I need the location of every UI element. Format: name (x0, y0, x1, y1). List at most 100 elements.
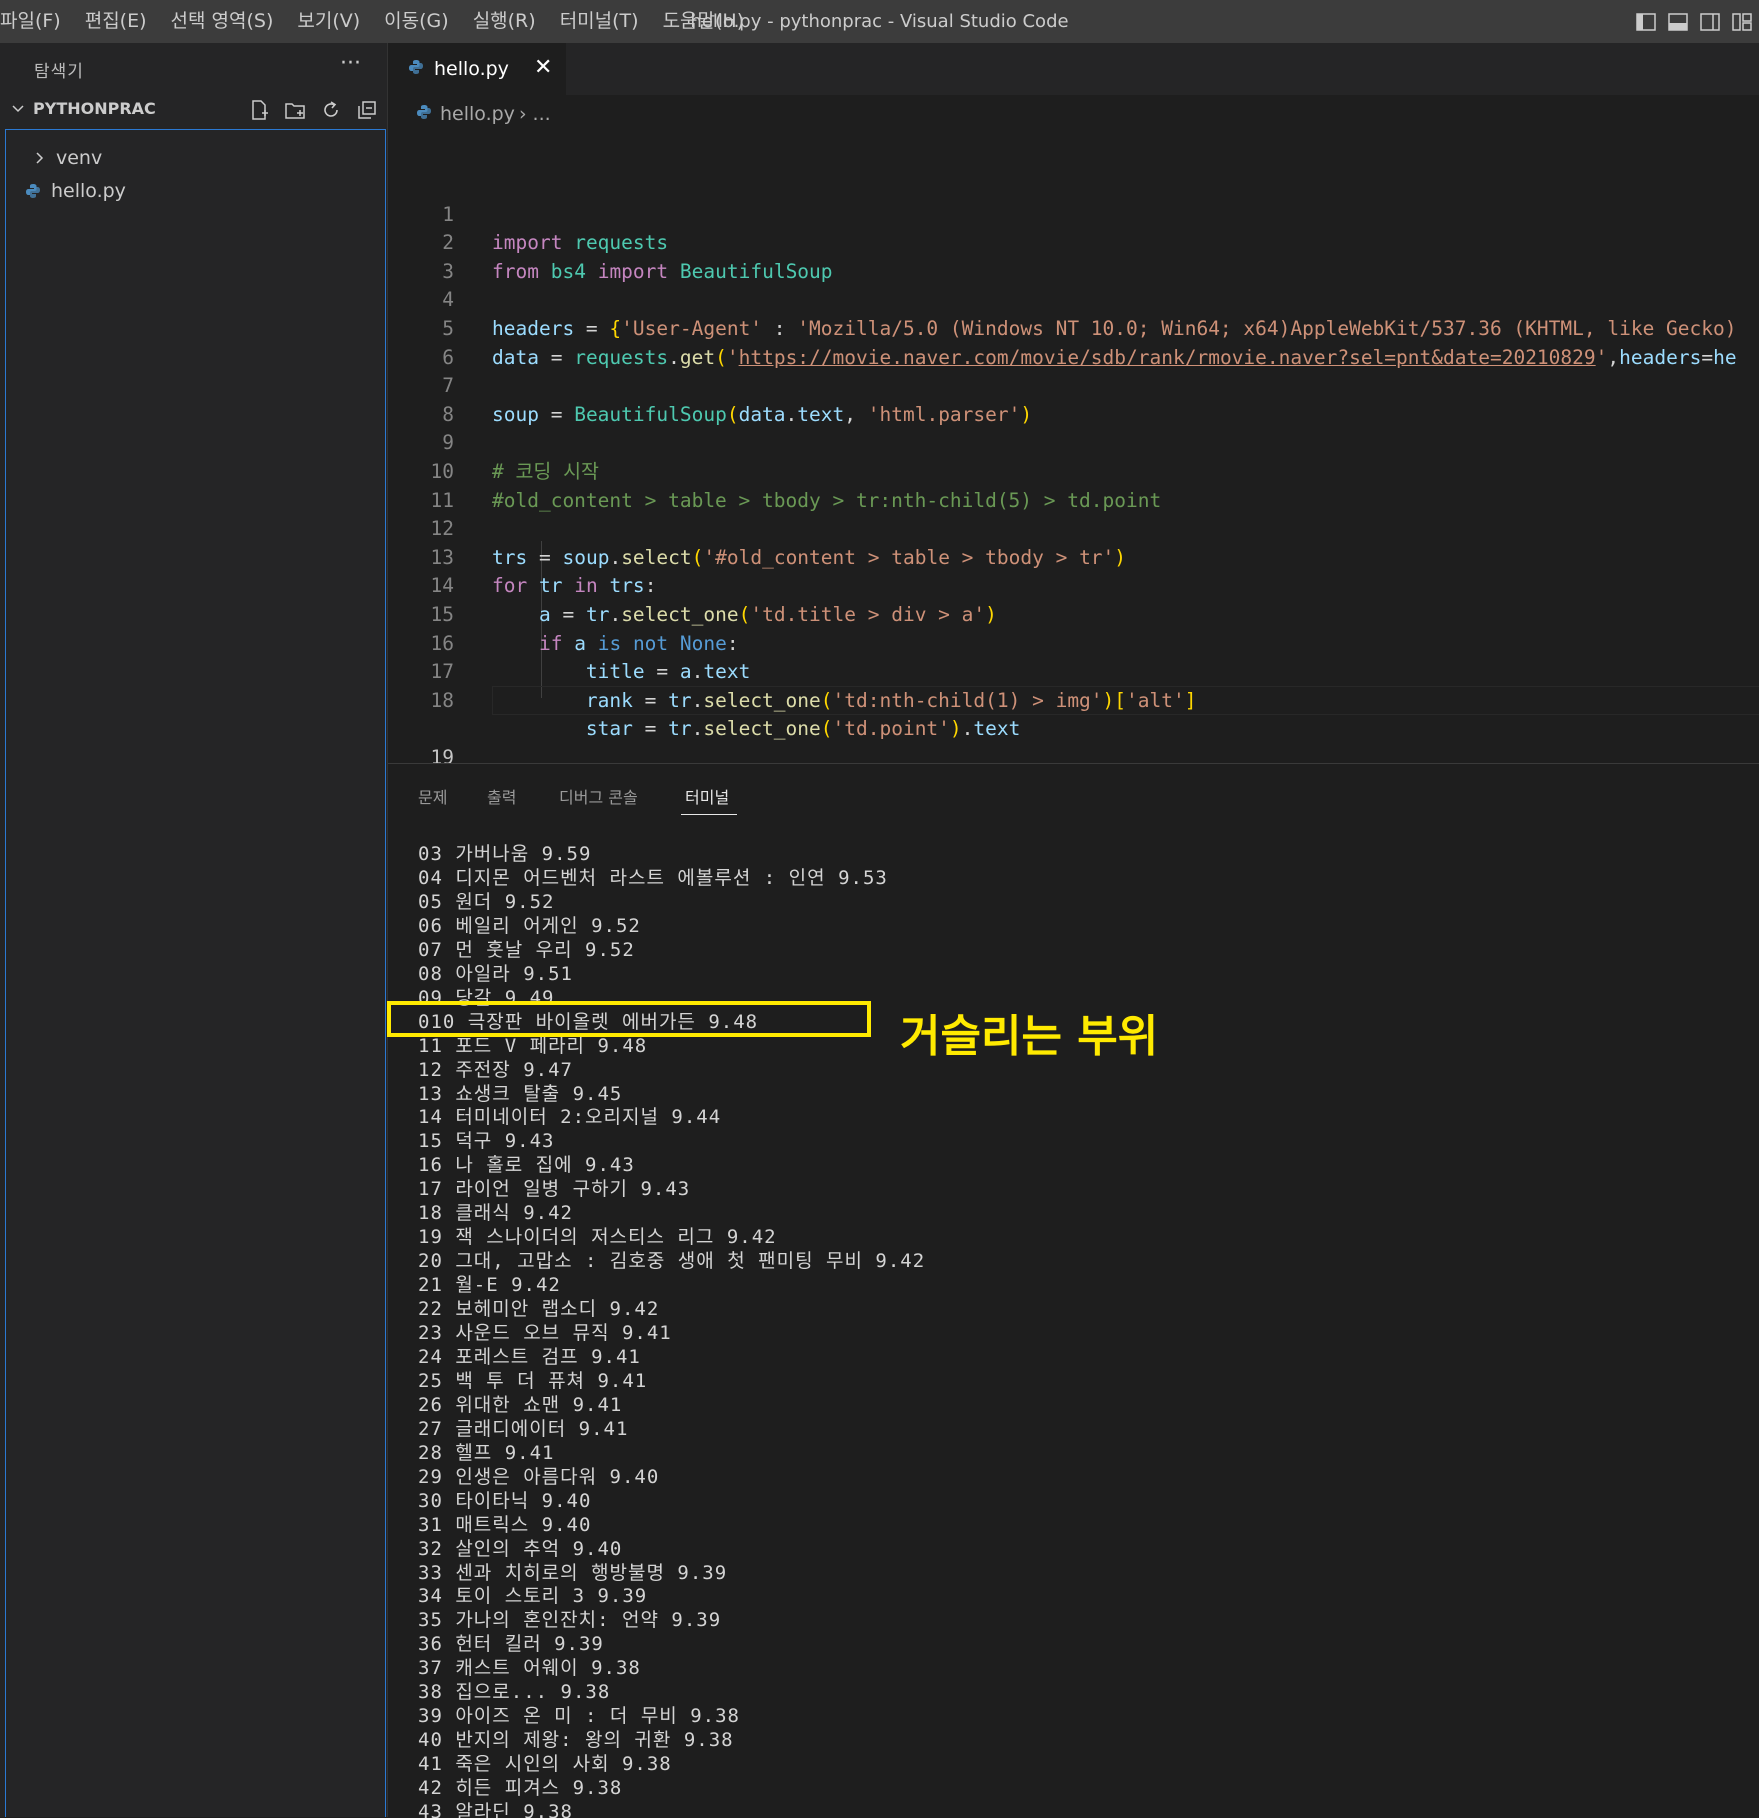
terminal-line: 13 쇼생크 탈출 9.45 (418, 1082, 623, 1105)
refresh-icon[interactable] (318, 97, 344, 123)
tab-output[interactable]: 출력 (487, 784, 516, 808)
terminal-line: 40 반지의 제왕: 왕의 귀환 9.38 (418, 1729, 734, 1752)
code-line: 4 headers = {'User-Agent' : 'Mozilla/5.0… (388, 258, 1759, 340)
terminal-line: 14 터미네이터 2:오리지널 9.44 (418, 1106, 722, 1129)
terminal-line: 39 아이즈 온 미 : 더 무비 9.38 (418, 1705, 740, 1728)
terminal-line: 17 라이언 일병 구하기 9.43 (418, 1178, 691, 1201)
bottom-panel: 문제 출력 디버그 콘솔 터미널 03 가버나움 9.59 04 디지몬 어드벤처… (388, 763, 1759, 1818)
tab-debug-console[interactable]: 디버그 콘솔 (559, 784, 638, 808)
terminal-line: 37 캐스트 어웨이 9.38 (418, 1657, 641, 1680)
more-actions-icon[interactable]: ··· (340, 51, 361, 76)
title-bar: 파일(F) 편집(E) 선택 영역(S) 보기(V) 이동(G) 실행(R) 터… (0, 0, 1759, 43)
terminal-line: 33 센과 치히로의 행방불명 9.39 (418, 1561, 728, 1584)
code-line: 5 data = requests.get('https://movie.nav… (388, 286, 1759, 369)
terminal-line: 28 헬프 9.41 (418, 1441, 555, 1464)
menu-run[interactable]: 실행(R) (461, 0, 548, 43)
code-line: 15 if a is not None: (388, 572, 1759, 655)
highlight-box (387, 1001, 871, 1037)
terminal-line: 15 덕구 9.43 (418, 1130, 555, 1153)
terminal-line: 25 백 투 더 퓨쳐 9.41 (418, 1369, 648, 1392)
code-line: 11 (388, 458, 1759, 512)
terminal-line: 29 인생은 아름다워 9.40 (418, 1465, 660, 1488)
terminal-line: 11 포드 V 페라리 9.48 (418, 1034, 648, 1057)
terminal-line: 27 글래디에이터 9.41 (418, 1417, 629, 1440)
code-line: 8 (388, 372, 1759, 426)
collapse-all-icon[interactable] (354, 97, 380, 123)
terminal-line: 41 죽은 시인의 사회 9.38 (418, 1753, 672, 1776)
python-file-icon (25, 183, 41, 199)
code-line: 9 # 코딩 시작 (388, 401, 1759, 483)
terminal-output[interactable]: 03 가버나움 9.59 04 디지몬 어드벤처 라스트 에볼루션 : 인연 9.… (388, 842, 1759, 1818)
code-line: 7 soup = BeautifulSoup(data.text, 'html.… (388, 344, 1759, 426)
code-line: 13 for tr in trs: (388, 515, 1759, 598)
terminal-line: 38 집으로... 9.38 (418, 1681, 611, 1704)
toggle-primary-sidebar-icon[interactable] (1635, 12, 1657, 32)
code-line: 19 print(rank, title, star) (388, 685, 1759, 798)
terminal-line: 31 매트릭스 9.40 (418, 1513, 592, 1536)
explorer-header: 탐색기 ··· (0, 43, 387, 93)
tab-problems[interactable]: 문제 (418, 784, 447, 808)
menu-help[interactable]: 도움말(H) (651, 0, 757, 43)
panel-tabs: 문제 출력 디버그 콘솔 터미널 (388, 764, 1759, 815)
breadcrumb-more[interactable]: ... (533, 103, 551, 125)
explorer-title: 탐색기 (34, 62, 84, 82)
tab-label: hello.py (434, 58, 509, 80)
new-file-icon[interactable] (246, 97, 272, 123)
layout-controls (1635, 0, 1759, 43)
toggle-panel-icon[interactable] (1667, 12, 1689, 32)
terminal-line: 19 잭 스나이더의 저스티스 리그 9.42 (418, 1226, 777, 1249)
terminal-line: 24 포레스트 검프 9.41 (418, 1345, 641, 1368)
terminal-line: 22 보헤미안 랩소디 9.42 (418, 1298, 660, 1321)
explorer-sidebar: 탐색기 ··· PYTHONPRAC venv hello.py (0, 43, 388, 1817)
menu-terminal[interactable]: 터미널(T) (548, 0, 651, 43)
panel-scrollbar[interactable] (1754, 764, 1759, 1818)
tree-item-venv[interactable]: venv (6, 142, 385, 174)
python-file-icon (408, 59, 424, 79)
menu-selection[interactable]: 선택 영역(S) (159, 0, 286, 43)
editor-area: hello.py ✕ hello.py › ... 1 import reque… (388, 43, 1759, 798)
code-line: 1 import requests (388, 172, 1759, 255)
current-line-highlight (492, 685, 1759, 715)
terminal-line: 03 가버나움 9.59 (418, 843, 592, 865)
code-line: 14 a = tr.select_one('td.title > div > a… (388, 544, 1759, 626)
breadcrumb-separator: › (518, 103, 527, 125)
terminal-line: 12 주전장 9.47 (418, 1058, 573, 1081)
code-line: 12 trs = soup.select('#old_content > tab… (388, 487, 1759, 569)
workspace-title: PYTHONPRAC (33, 99, 156, 118)
tree-item-hello-py[interactable]: hello.py (6, 175, 385, 207)
workspace-section-header[interactable]: PYTHONPRAC (0, 95, 387, 125)
menu-bar: 파일(F) 편집(E) 선택 영역(S) 보기(V) 이동(G) 실행(R) 터… (0, 0, 756, 43)
terminal-line: 30 타이타닉 9.40 (418, 1489, 592, 1512)
code-line: 3 (388, 229, 1759, 283)
menu-go[interactable]: 이동(G) (372, 0, 461, 43)
toggle-secondary-sidebar-icon[interactable] (1699, 12, 1721, 32)
menu-view[interactable]: 보기(V) (285, 0, 372, 43)
close-icon[interactable]: ✕ (534, 55, 552, 80)
terminal-line: 35 가나의 혼인잔치: 언약 9.39 (418, 1609, 722, 1632)
terminal-line: 42 히든 피겨스 9.38 (418, 1777, 623, 1800)
chevron-down-icon[interactable] (10, 101, 26, 121)
code-line: 10 #old_content > table > tbody > tr:nth… (388, 429, 1759, 512)
tab-terminal[interactable]: 터미널 (685, 784, 729, 808)
menu-file[interactable]: 파일(F) (0, 0, 73, 43)
menu-edit[interactable]: 편집(E) (73, 0, 159, 43)
python-file-icon (416, 104, 432, 124)
breadcrumb-file[interactable]: hello.py (440, 103, 515, 125)
terminal-line: 07 먼 훗날 우리 9.52 (418, 938, 635, 961)
chevron-right-icon (32, 151, 46, 165)
code-line: 6 (388, 315, 1759, 369)
terminal-line: 32 살인의 추억 9.40 (418, 1537, 623, 1560)
terminal-line: 26 위대한 쇼맨 9.41 (418, 1393, 623, 1416)
terminal-line: 18 클래식 9.42 (418, 1202, 573, 1225)
customize-layout-icon[interactable] (1731, 12, 1753, 32)
active-tab-indicator (681, 814, 737, 815)
code-text: star = tr.select_one('td.point').text (585, 717, 1021, 741)
breadcrumb: hello.py › ... (388, 95, 551, 133)
terminal-line: 43 알라딘 9.38 (418, 1801, 573, 1818)
tab-hello-py[interactable]: hello.py ✕ (388, 43, 566, 95)
terminal-line: 21 월-E 9.42 (418, 1274, 561, 1297)
terminal-line: 36 헌터 킬러 9.39 (418, 1633, 604, 1656)
terminal-line: 23 사운드 오브 뮤직 9.41 (418, 1322, 672, 1344)
terminal-line: 06 베일리 어게인 9.52 (418, 914, 641, 937)
new-folder-icon[interactable] (282, 97, 308, 123)
